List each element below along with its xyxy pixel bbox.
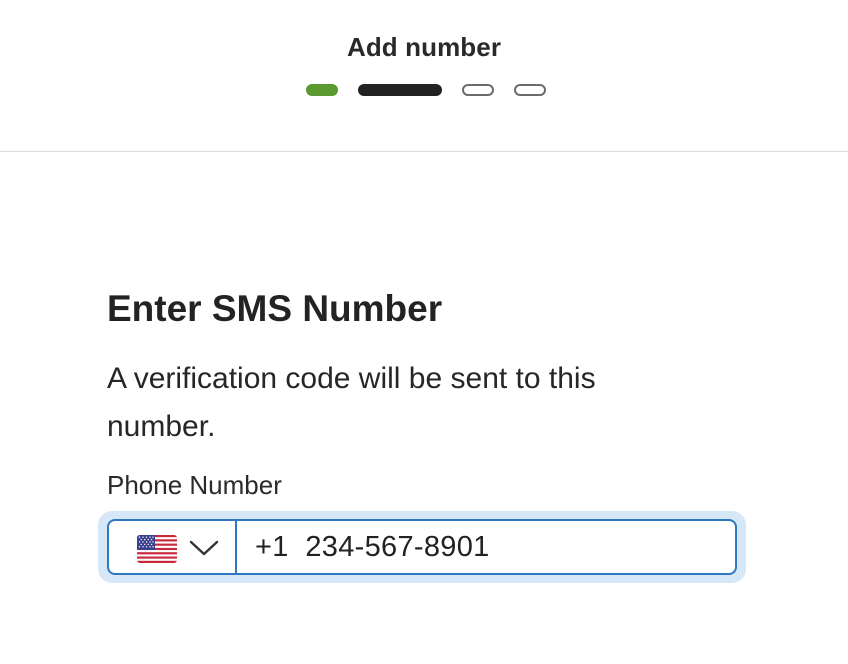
- step-indicator-upcoming: [462, 84, 494, 96]
- step-indicator-upcoming: [514, 84, 546, 96]
- sms-number-form: Enter SMS Number A verification code wil…: [98, 285, 747, 583]
- phone-number-label: Phone Number: [107, 470, 282, 500]
- us-flag-icon: [137, 535, 177, 563]
- form-heading: Enter SMS Number: [107, 288, 443, 329]
- phone-number-input[interactable]: [237, 521, 733, 573]
- form-description: A verification code will be sent to this…: [107, 362, 596, 443]
- phone-number-field: [107, 519, 737, 575]
- country-code-selector[interactable]: [109, 521, 237, 573]
- phone-field-focus-ring: [98, 511, 746, 583]
- chevron-down-icon: [189, 535, 219, 559]
- page-title: Add number: [346, 32, 502, 62]
- step-indicator-current: [358, 84, 442, 96]
- step-indicator-completed: [306, 84, 338, 96]
- stepper-header: Add number: [0, 0, 848, 152]
